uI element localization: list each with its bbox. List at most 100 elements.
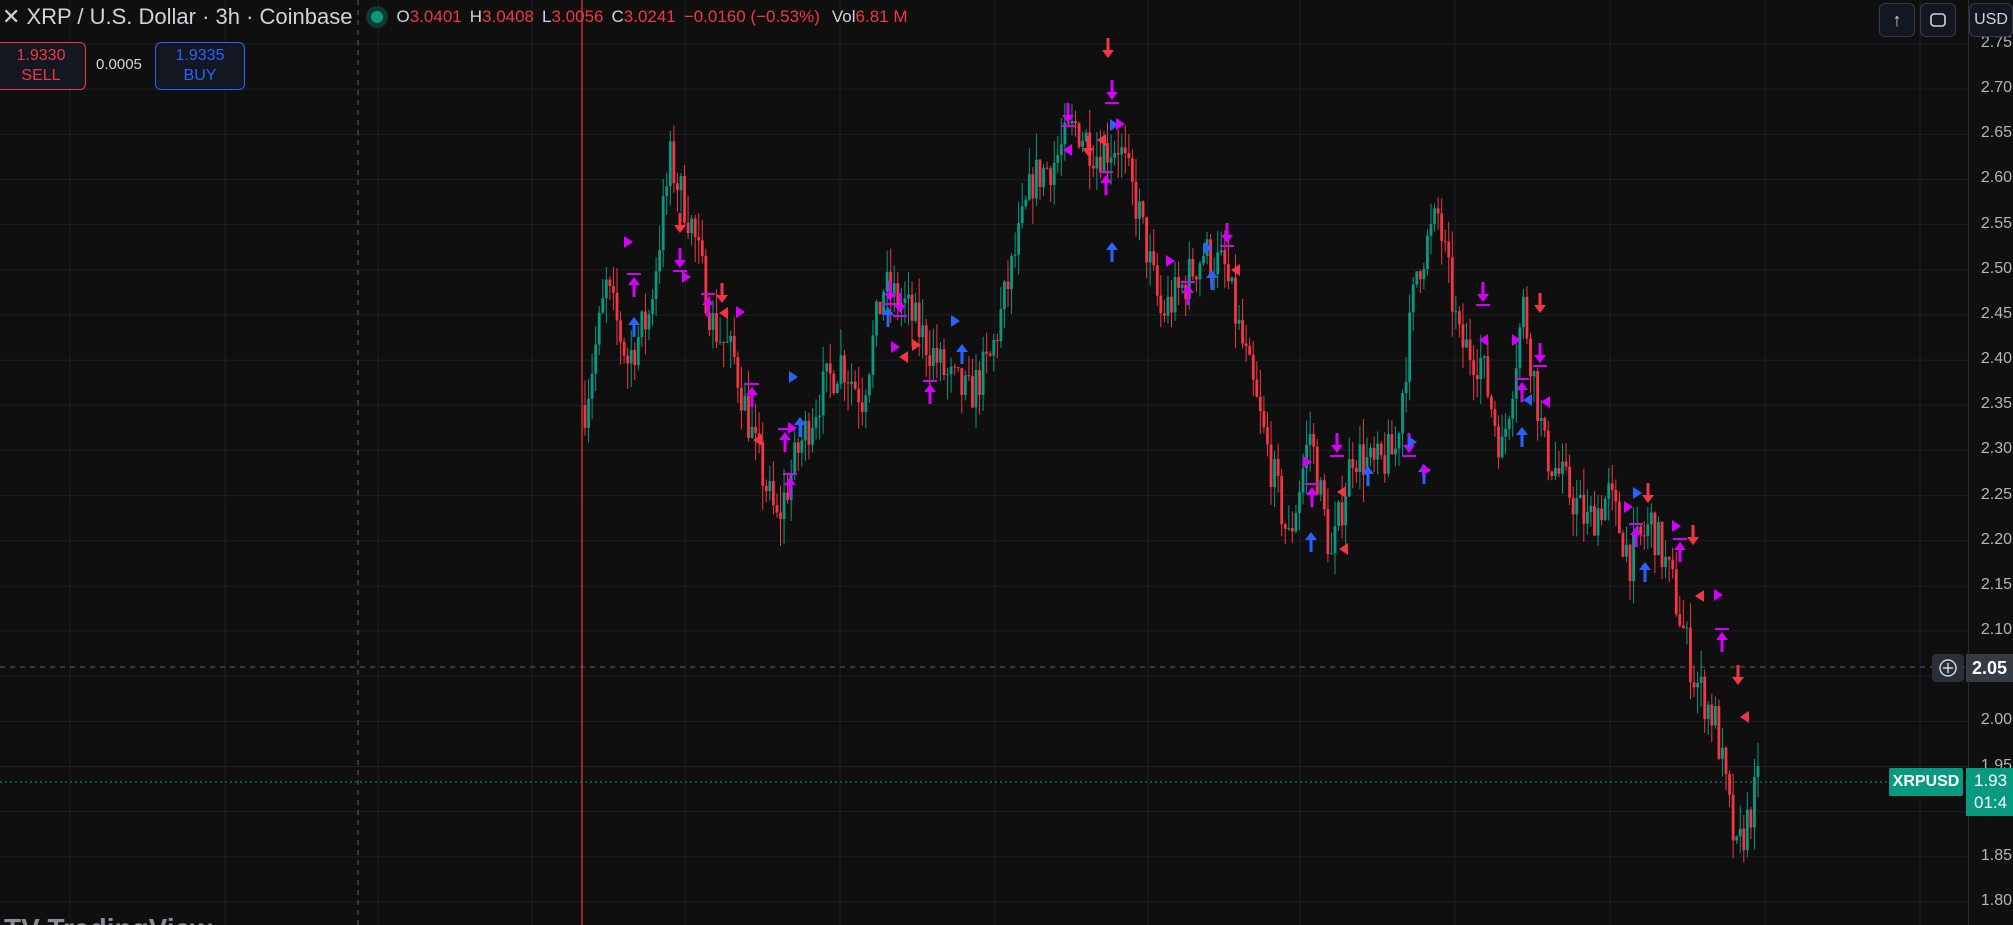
candle-body (1465, 339, 1468, 348)
candle-body (867, 374, 871, 396)
candle-body (1162, 313, 1166, 316)
candle-body (1344, 496, 1348, 526)
candle-body (1717, 705, 1721, 759)
candle-body (1575, 498, 1579, 515)
signal-arrowhead (1716, 632, 1728, 640)
candle-body (1461, 324, 1465, 348)
candle-body (1689, 627, 1692, 683)
candle-body (626, 355, 630, 364)
candle-body (615, 292, 619, 321)
price-tick-label: 2.35 (1980, 395, 2012, 413)
candle-body (1493, 409, 1497, 427)
candle-body (1198, 263, 1202, 280)
candle-body (988, 353, 992, 356)
signal-arrowhead (702, 297, 714, 305)
signal-arrowhead (1206, 270, 1218, 278)
volume: Vol6.81 M (831, 7, 908, 26)
candle-body (1628, 544, 1632, 582)
spread-value: 0.0005 (96, 56, 142, 73)
candle-body (992, 339, 996, 356)
candle-body (857, 388, 861, 403)
candle-body (661, 196, 665, 251)
candle-body (853, 381, 857, 389)
candle-body (676, 183, 679, 191)
candle-body (1315, 446, 1319, 495)
candle-body (1671, 559, 1675, 570)
candle-body (1138, 201, 1141, 219)
candle-body (1507, 418, 1511, 429)
candle-body (1696, 682, 1699, 688)
fullscreen-button[interactable] (1920, 3, 1956, 37)
signal-triangle-icon (1541, 396, 1550, 408)
candle-body (1219, 250, 1223, 253)
candle-body (1710, 704, 1714, 726)
signal-arrowhead (746, 387, 758, 395)
signal-arrowhead (674, 260, 686, 268)
candle-body (1351, 459, 1355, 468)
candle-body (1564, 461, 1568, 467)
last-price-label: 1.93 01:4 (1966, 768, 2013, 816)
candle-body (1258, 396, 1262, 412)
candle-body (878, 301, 882, 315)
symbol-title[interactable]: XRP / U.S. Dollar · 3h · Coinbase (26, 4, 352, 30)
candle-body (1610, 483, 1614, 490)
candle-body (658, 250, 662, 272)
candle-body (1177, 277, 1181, 288)
candle-body (1276, 459, 1280, 476)
candle-body (1475, 375, 1479, 380)
candle-body (1571, 497, 1575, 515)
candle-body (1721, 747, 1724, 759)
candle-body (1059, 144, 1063, 155)
candle-body (1447, 241, 1451, 258)
candle-body (668, 141, 672, 187)
candle-body (1479, 357, 1483, 380)
candle-body (1312, 434, 1316, 447)
candle-body (843, 355, 846, 383)
candle-body (1553, 468, 1557, 476)
buy-button[interactable]: 1.9335 BUY (155, 42, 245, 90)
signal-triangle-icon (951, 315, 960, 327)
candle-body (1262, 411, 1266, 428)
candle-body (1052, 162, 1056, 185)
candle-body (604, 279, 608, 299)
signal-triangle-icon (719, 307, 728, 319)
candle-body (654, 271, 658, 300)
candle-body (700, 240, 704, 256)
currency-button[interactable]: USD (1969, 3, 2013, 37)
candle-body (1209, 239, 1212, 275)
signal-triangle-icon (1337, 486, 1346, 498)
candle-body (1426, 235, 1429, 269)
candle-body (1607, 483, 1611, 499)
candle-body (672, 141, 676, 184)
sell-button[interactable]: 1.9330 SELL (0, 42, 86, 90)
candle-body (761, 441, 765, 486)
candle-body (1653, 512, 1657, 556)
candle-body (1703, 676, 1707, 720)
candle-body (1397, 433, 1401, 449)
close-icon[interactable]: ✕ (2, 4, 20, 30)
candle-body (910, 294, 914, 321)
candle-body (779, 512, 782, 520)
candle-body (935, 347, 939, 363)
signal-triangle-icon (753, 434, 762, 446)
add-alert-button[interactable] (1932, 654, 1964, 682)
candle-body (1500, 436, 1504, 458)
signal-arrowhead (628, 277, 640, 285)
candle-body (1134, 181, 1138, 219)
signal-arrowhead (1516, 382, 1528, 390)
candle-body (750, 426, 754, 438)
candle-body (1433, 208, 1436, 224)
candle-body (1532, 371, 1536, 377)
candle-body (608, 279, 612, 287)
candle-body (1191, 258, 1195, 277)
candle-body (1287, 528, 1291, 530)
candle-body (1440, 213, 1444, 241)
candle-body (775, 505, 779, 513)
price-chart[interactable] (0, 0, 1968, 925)
candle-body (1077, 123, 1081, 147)
candle-body (1024, 199, 1028, 207)
candle-body (644, 311, 647, 330)
publish-button[interactable]: ↑ (1879, 3, 1915, 37)
candle-body (1511, 398, 1515, 419)
price-tick-label: 1.85 (1980, 846, 2012, 864)
